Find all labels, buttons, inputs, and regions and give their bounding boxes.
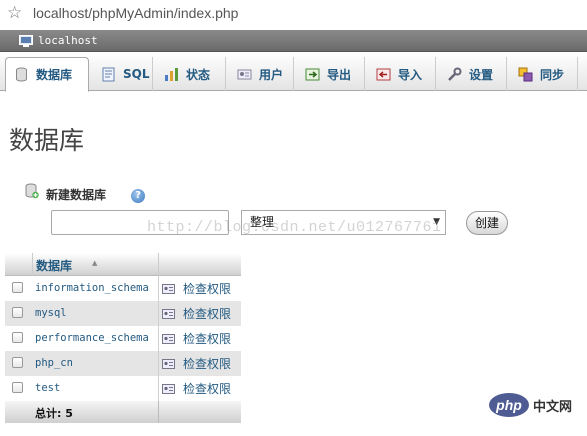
import-icon (376, 68, 391, 80)
database-link[interactable]: performance_schema (35, 332, 149, 344)
table-row: mysql 检查权限 (5, 301, 241, 326)
address-bar[interactable]: ☆ localhost/phpMyAdmin/index.php (0, 0, 587, 28)
settings-icon (448, 67, 462, 81)
server-breadcrumb: localhost (0, 30, 587, 52)
sort-ascending-icon[interactable]: ▲ (92, 259, 97, 267)
sync-icon (518, 67, 533, 81)
logo-text: 中文网 (533, 400, 573, 415)
privileges-icon[interactable] (162, 334, 175, 344)
php-cn-logo: php 中文网 (489, 391, 579, 421)
privileges-icon[interactable] (162, 384, 175, 394)
column-header-database[interactable]: 数据库 (36, 257, 72, 274)
row-checkbox[interactable] (12, 357, 23, 368)
table-row: php_cn 检查权限 (5, 351, 241, 376)
tab-settings[interactable]: 设置 (439, 57, 507, 91)
row-checkbox[interactable] (12, 282, 23, 293)
database-link[interactable]: test (35, 382, 60, 394)
table-header: 数据库 ▲ (5, 253, 241, 276)
main-tabs: 数据库 SQL 状态 用户 导出 导入 设置 同步 (0, 53, 587, 92)
table-row: information_schema 检查权限 (5, 276, 241, 301)
database-link[interactable]: php_cn (35, 357, 73, 369)
tab-export[interactable]: 导出 (297, 57, 365, 91)
export-icon (305, 68, 320, 80)
page-title: 数据库 (9, 126, 85, 155)
php-logo-icon: php (489, 393, 529, 417)
check-privileges-link[interactable]: 检查权限 (183, 305, 231, 322)
database-table: 数据库 ▲ information_schema 检查权限 mysql 检查权限… (5, 253, 241, 423)
tab-status[interactable]: 状态 (156, 57, 226, 91)
sql-icon (102, 67, 115, 81)
tab-users[interactable]: 用户 (229, 57, 294, 91)
row-checkbox[interactable] (12, 332, 23, 343)
new-database-icon (25, 183, 39, 199)
create-button[interactable]: 创建 (466, 211, 508, 235)
row-checkbox[interactable] (12, 382, 23, 393)
table-row: test 检查权限 (5, 376, 241, 401)
row-checkbox[interactable] (12, 307, 23, 318)
server-link[interactable]: localhost (38, 34, 98, 47)
new-database-label: 新建数据库 (46, 188, 107, 202)
table-footer: 总计: 5 (5, 401, 241, 423)
table-row: performance_schema 检查权限 (5, 326, 241, 351)
check-privileges-link[interactable]: 检查权限 (183, 380, 231, 397)
tab-import[interactable]: 导入 (368, 57, 436, 91)
check-privileges-link[interactable]: 检查权限 (183, 330, 231, 347)
database-link[interactable]: mysql (35, 307, 67, 319)
privileges-icon[interactable] (162, 284, 175, 294)
url-text[interactable]: localhost/phpMyAdmin/index.php (33, 5, 238, 21)
users-icon (237, 69, 252, 79)
database-link[interactable]: information_schema (35, 282, 149, 294)
tab-sql[interactable]: SQL (93, 57, 153, 91)
tab-databases[interactable]: 数据库 (5, 57, 89, 92)
check-privileges-link[interactable]: 检查权限 (183, 355, 231, 372)
tab-sync[interactable]: 同步 (510, 57, 578, 91)
privileges-icon[interactable] (162, 359, 175, 369)
database-icon (16, 67, 27, 82)
total-count: 总计: 5 (35, 407, 73, 420)
bookmark-star-icon[interactable]: ☆ (7, 3, 22, 23)
status-icon (165, 67, 178, 81)
server-icon (19, 35, 33, 47)
watermark: http://blog.csdn.net/u012767761 (147, 219, 442, 236)
privileges-icon[interactable] (162, 309, 175, 319)
help-icon[interactable]: ? (131, 189, 145, 203)
check-privileges-link[interactable]: 检查权限 (183, 280, 231, 297)
